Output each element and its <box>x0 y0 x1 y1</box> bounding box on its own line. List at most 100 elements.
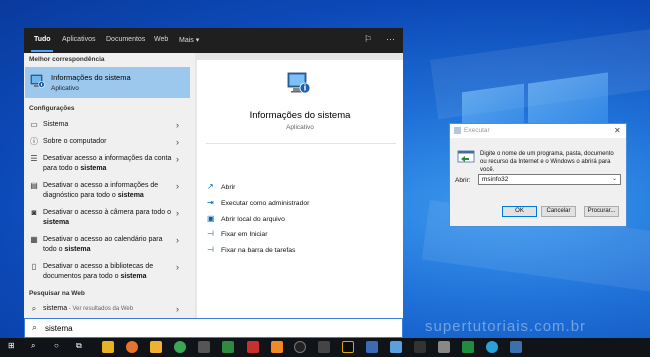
firefox-icon[interactable] <box>126 341 138 353</box>
settings-item-label: Desativar o acesso à câmera para todo o … <box>43 209 172 226</box>
more-options-icon[interactable]: ··· <box>386 34 395 44</box>
app-icon[interactable] <box>414 341 426 353</box>
action-label: Abrir local do arquivo <box>221 216 285 223</box>
search-icon: ⌕ <box>31 304 37 313</box>
dropbox-icon[interactable] <box>390 341 402 353</box>
run-dialog: Executar ✕ Digite o nome de um programa,… <box>449 123 627 227</box>
app-icon[interactable] <box>294 341 306 353</box>
pin-icon: ⊣ <box>207 229 214 238</box>
chevron-right-icon[interactable]: › <box>176 137 179 147</box>
start-search-panel: Tudo Aplicativos Documentos Web Mais ▾ ⚐… <box>24 28 403 318</box>
edge-icon[interactable] <box>486 341 498 353</box>
action-open-file-location[interactable]: ▣ Abrir local do arquivo <box>207 214 285 223</box>
settings-item-label: Desativar acesso a informações da conta … <box>43 155 172 172</box>
tab-more[interactable]: Mais ▾ <box>179 36 199 44</box>
web-search-item[interactable]: ⌕ sistema - Ver resultados da Web › <box>24 304 195 316</box>
chevron-right-icon[interactable]: › <box>176 208 179 218</box>
settings-item-label: Sistema <box>43 121 69 128</box>
diagnostic-icon: ▤ <box>30 181 38 190</box>
run-open-value[interactable]: msinfo32 <box>482 176 508 183</box>
app-icon[interactable] <box>318 341 330 353</box>
admin-icon: ⇥ <box>207 198 214 207</box>
chevron-right-icon[interactable]: › <box>176 304 179 314</box>
file-explorer-icon[interactable] <box>102 341 114 353</box>
web-query: sistema <box>43 305 68 312</box>
system-info-icon <box>30 74 45 88</box>
action-label: Abrir <box>221 184 236 191</box>
run-dialog-titlebar[interactable]: Executar ✕ <box>450 124 626 138</box>
settings-item-label: Desativar o acesso a bibliotecas de docu… <box>43 263 154 280</box>
close-icon[interactable]: ✕ <box>614 126 621 135</box>
feedback-icon[interactable]: ⚐ <box>364 34 372 45</box>
best-match-subtitle: Aplicativo <box>51 85 79 92</box>
cortana-icon[interactable]: ○ <box>54 341 59 350</box>
results-list: Melhor correspondência Informações do si… <box>24 53 195 318</box>
app-icon[interactable] <box>510 341 522 353</box>
app-icon[interactable] <box>366 341 378 353</box>
settings-item-about[interactable]: ⓘ Sobre o computador › <box>24 137 195 149</box>
settings-item-account-info[interactable]: ☰ Desativar acesso a informações da cont… <box>24 154 195 176</box>
settings-item-diagnostic[interactable]: ▤ Desativar o acesso a informações de di… <box>24 181 195 203</box>
action-run-as-admin[interactable]: ⇥ Executar como administrador <box>207 198 309 207</box>
best-match-title: Informações do sistema <box>51 73 131 82</box>
browse-button[interactable]: Procurar... <box>584 206 619 217</box>
taskbar: ⊞ ⌕ ○ ⧉ <box>0 338 650 357</box>
chevron-right-icon[interactable]: › <box>176 181 179 191</box>
action-label: Fixar em Iniciar <box>221 231 268 238</box>
app-icon[interactable] <box>222 341 234 353</box>
divider <box>206 143 396 144</box>
start-icon[interactable]: ⊞ <box>8 341 15 350</box>
search-tabs-bar: Tudo Aplicativos Documentos Web Mais ▾ ⚐… <box>24 28 403 53</box>
best-match-item[interactable]: Informações do sistema Aplicativo <box>25 67 190 98</box>
chevron-right-icon[interactable]: › <box>176 120 179 130</box>
chevron-down-icon[interactable]: ⌄ <box>612 175 617 182</box>
active-tab-indicator <box>31 50 53 52</box>
app-icon[interactable] <box>438 341 450 353</box>
run-title-icon <box>454 127 461 134</box>
action-pin-start[interactable]: ⊣ Fixar em Iniciar <box>207 229 267 238</box>
chevron-right-icon[interactable]: › <box>176 154 179 164</box>
ok-button[interactable]: OK <box>502 206 537 217</box>
run-dialog-title: Executar <box>464 127 490 134</box>
best-match-header: Melhor correspondência <box>29 56 105 63</box>
system-info-icon <box>287 72 311 94</box>
search-input[interactable]: ⌕ sistema <box>24 318 403 338</box>
run-icon <box>457 150 475 163</box>
app-icon[interactable] <box>150 341 162 353</box>
tab-all[interactable]: Tudo <box>34 36 51 43</box>
action-pin-taskbar[interactable]: ⊣ Fixar na barra de tarefas <box>207 245 295 254</box>
chrome-icon[interactable] <box>174 341 186 353</box>
tab-web[interactable]: Web <box>154 36 168 43</box>
chevron-right-icon[interactable]: › <box>176 262 179 272</box>
chevron-right-icon[interactable]: › <box>176 235 179 245</box>
action-label: Fixar na barra de tarefas <box>221 247 296 254</box>
run-open-combobox[interactable]: msinfo32 ⌄ <box>478 174 621 185</box>
run-open-label: Abrir: <box>455 177 471 184</box>
app-icon[interactable] <box>271 341 283 353</box>
search-input-value[interactable]: sistema <box>45 324 73 333</box>
settings-item-documents[interactable]: ▯ Desativar o acesso a bibliotecas de do… <box>24 262 195 284</box>
settings-item-calendar[interactable]: ▦ Desativar o acesso ao calendário para … <box>24 235 195 257</box>
cancel-button[interactable]: Cancelar <box>541 206 576 217</box>
app-icon[interactable] <box>462 341 474 353</box>
action-open[interactable]: ↗ Abrir <box>207 182 235 191</box>
app-icon[interactable] <box>247 341 259 353</box>
detail-title: Informações do sistema <box>249 110 351 121</box>
settings-item-label: Desativar o acesso a informações de diag… <box>43 182 159 199</box>
settings-item-camera[interactable]: ◙ Desativar o acesso à câmera para todo … <box>24 208 195 230</box>
tab-apps[interactable]: Aplicativos <box>62 36 95 43</box>
search-icon[interactable]: ⌕ <box>31 341 35 351</box>
app-icon[interactable] <box>198 341 210 353</box>
settings-item-system[interactable]: ▭ Sistema › <box>24 120 195 132</box>
calendar-icon: ▦ <box>30 235 38 244</box>
account-info-icon: ☰ <box>30 154 38 163</box>
tab-documents[interactable]: Documentos <box>106 36 145 43</box>
document-icon: ▯ <box>31 262 37 271</box>
info-icon: ⓘ <box>30 137 38 146</box>
task-view-icon[interactable]: ⧉ <box>76 341 82 351</box>
fireworks-icon[interactable] <box>342 341 354 353</box>
open-icon: ↗ <box>207 182 214 191</box>
result-detail-pane: Informações do sistema Aplicativo ↗ Abrir… <box>197 60 403 318</box>
pin-taskbar-icon: ⊣ <box>207 245 214 254</box>
watermark: supertutoriais.com.br <box>425 318 587 335</box>
